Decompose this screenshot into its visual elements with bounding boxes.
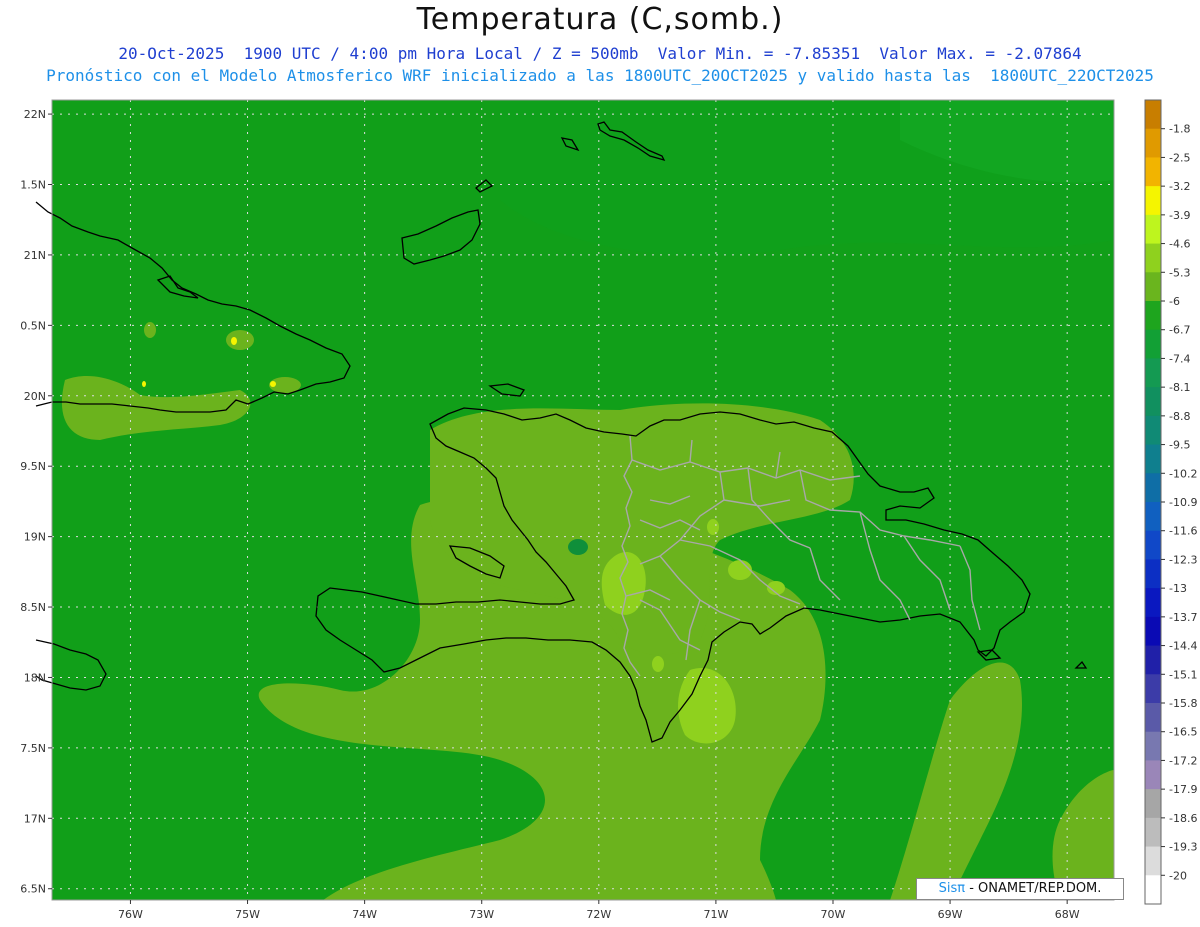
lon-tick-label: 69W (938, 908, 963, 921)
lon-tick-label: 68W (1055, 908, 1080, 921)
colorbar-swatch (1145, 559, 1161, 589)
lat-tick-label: 19N (24, 531, 46, 544)
colorbar-swatch (1145, 703, 1161, 733)
colorbar-label: -6 (1169, 295, 1180, 308)
colorbar-swatch (1145, 789, 1161, 819)
colorbar-label: -4.6 (1169, 238, 1190, 251)
lon-tick-label: 72W (586, 908, 611, 921)
colorbar: -1.8 -2.5 -3.2 -3.9 -4.6 -5.3 -6 -6.7 -7.4 -8.1 -8… (1144, 99, 1197, 905)
colorbar-label: -15.8 (1169, 697, 1197, 710)
colorbar-swatch (1145, 645, 1161, 675)
hot-spot-haiti-1 (652, 656, 664, 672)
lat-tick-label: 7.5N (20, 742, 46, 755)
colorbar-label: -8.1 (1169, 381, 1190, 394)
colorbar-label: -11.6 (1169, 525, 1197, 538)
colorbar-swatch (1145, 358, 1161, 388)
colorbar-swatch (1145, 329, 1161, 359)
colorbar-swatch (1145, 214, 1161, 245)
colorbar-label: -6.7 (1169, 324, 1190, 337)
colorbar-swatch (1145, 588, 1161, 618)
warm-spot-cuba-1 (226, 330, 254, 350)
colorbar-swatch (1145, 272, 1161, 302)
yellow-dot-cuba-3 (142, 381, 146, 387)
colorbar-label: -13.7 (1169, 611, 1197, 624)
colorbar-swatch (1145, 444, 1161, 474)
colorbar-swatch (1145, 760, 1161, 790)
colorbar-label: -1.8 (1169, 123, 1190, 136)
map-canvas: 22N 1.5N 21N 0.5N 20N 9.5N 19N 8.5N 18N 7.5N 17N 6.… (20, 99, 1197, 921)
hot-spot-central-2 (728, 560, 752, 580)
colorbar-label: -19.3 (1169, 841, 1197, 854)
lat-tick-label: 1.5N (20, 179, 46, 192)
colorbar-label: -20 (1169, 869, 1187, 882)
hot-spot-central-3 (707, 519, 719, 535)
lon-tick-label: 74W (352, 908, 377, 921)
hot-spot-haiti-2 (568, 539, 588, 555)
colorbar-label: -2.5 (1169, 151, 1190, 164)
credit-box: Sisπ - ONAMET/REP.DOM. (916, 878, 1124, 900)
colorbar-label: -15.1 (1169, 668, 1197, 681)
colorbar-swatch (1145, 415, 1161, 446)
lat-tick-label: 20N (24, 390, 46, 403)
colorbar-label: -14.4 (1169, 640, 1197, 653)
colorbar-swatch (1145, 502, 1161, 532)
yellow-dot-cuba-1 (231, 337, 237, 345)
credit-text: - ONAMET/REP.DOM. (965, 881, 1102, 896)
credit-logo: Sisπ (938, 881, 966, 896)
lon-tick-label: 75W (235, 908, 260, 921)
colorbar-swatch (1145, 473, 1161, 503)
colorbar-label: -16.5 (1169, 726, 1197, 739)
colorbar-label: -3.2 (1169, 180, 1190, 193)
colorbar-swatch (1145, 674, 1161, 704)
colorbar-label: -13 (1169, 582, 1187, 595)
colorbar-swatch (1145, 100, 1161, 130)
colorbar-label: -17.2 (1169, 754, 1197, 767)
colorbar-label: -10.2 (1169, 467, 1197, 480)
lat-tick-label: 9.5N (20, 460, 46, 473)
colorbar-swatch (1145, 301, 1161, 331)
lat-tick-label: 0.5N (20, 319, 46, 332)
colorbar-swatch (1145, 530, 1161, 560)
lon-tick-label: 71W (703, 908, 728, 921)
colorbar-swatch (1145, 387, 1161, 417)
colorbar-label: -7.4 (1169, 352, 1190, 365)
lon-tick-label: 70W (821, 908, 846, 921)
colorbar-label: -8.8 (1169, 410, 1190, 423)
lat-tick-label: 18N (24, 671, 46, 684)
colorbar-label: -12.3 (1169, 553, 1197, 566)
colorbar-swatch (1145, 186, 1161, 216)
warm-spot-cuba-2 (144, 322, 156, 338)
colorbar-label: -17.9 (1169, 783, 1197, 796)
colorbar-swatch (1145, 875, 1161, 905)
latitude-labels: 22N 1.5N 21N 0.5N 20N 9.5N 19N 8.5N 18N 7.5N 17N 6.… (20, 108, 52, 896)
colorbar-label: -10.9 (1169, 496, 1197, 509)
colorbar-label: -18.6 (1169, 812, 1197, 825)
lon-tick-label: 76W (118, 908, 143, 921)
colorbar-swatch (1145, 243, 1161, 273)
colorbar-swatch (1145, 731, 1161, 761)
lat-tick-label: 6.5N (20, 883, 46, 896)
colorbar-label: -3.9 (1169, 209, 1190, 222)
colorbar-label: -9.5 (1169, 439, 1190, 452)
colorbar-swatch (1145, 128, 1161, 158)
lat-tick-label: 17N (24, 812, 46, 825)
lat-tick-label: 8.5N (20, 601, 46, 614)
longitude-labels: 76W 75W 74W 73W 72W 71W 70W 69W 68W (118, 900, 1080, 921)
colorbar-swatch (1145, 157, 1161, 187)
colorbar-swatch (1145, 846, 1161, 876)
colorbar-swatch (1145, 817, 1161, 848)
colorbar-swatch (1145, 616, 1161, 647)
lon-tick-label: 73W (469, 908, 494, 921)
lat-tick-label: 22N (24, 108, 46, 121)
colorbar-label: -5.3 (1169, 266, 1190, 279)
lat-tick-label: 21N (24, 249, 46, 262)
yellow-dot-cuba-2 (270, 381, 276, 387)
